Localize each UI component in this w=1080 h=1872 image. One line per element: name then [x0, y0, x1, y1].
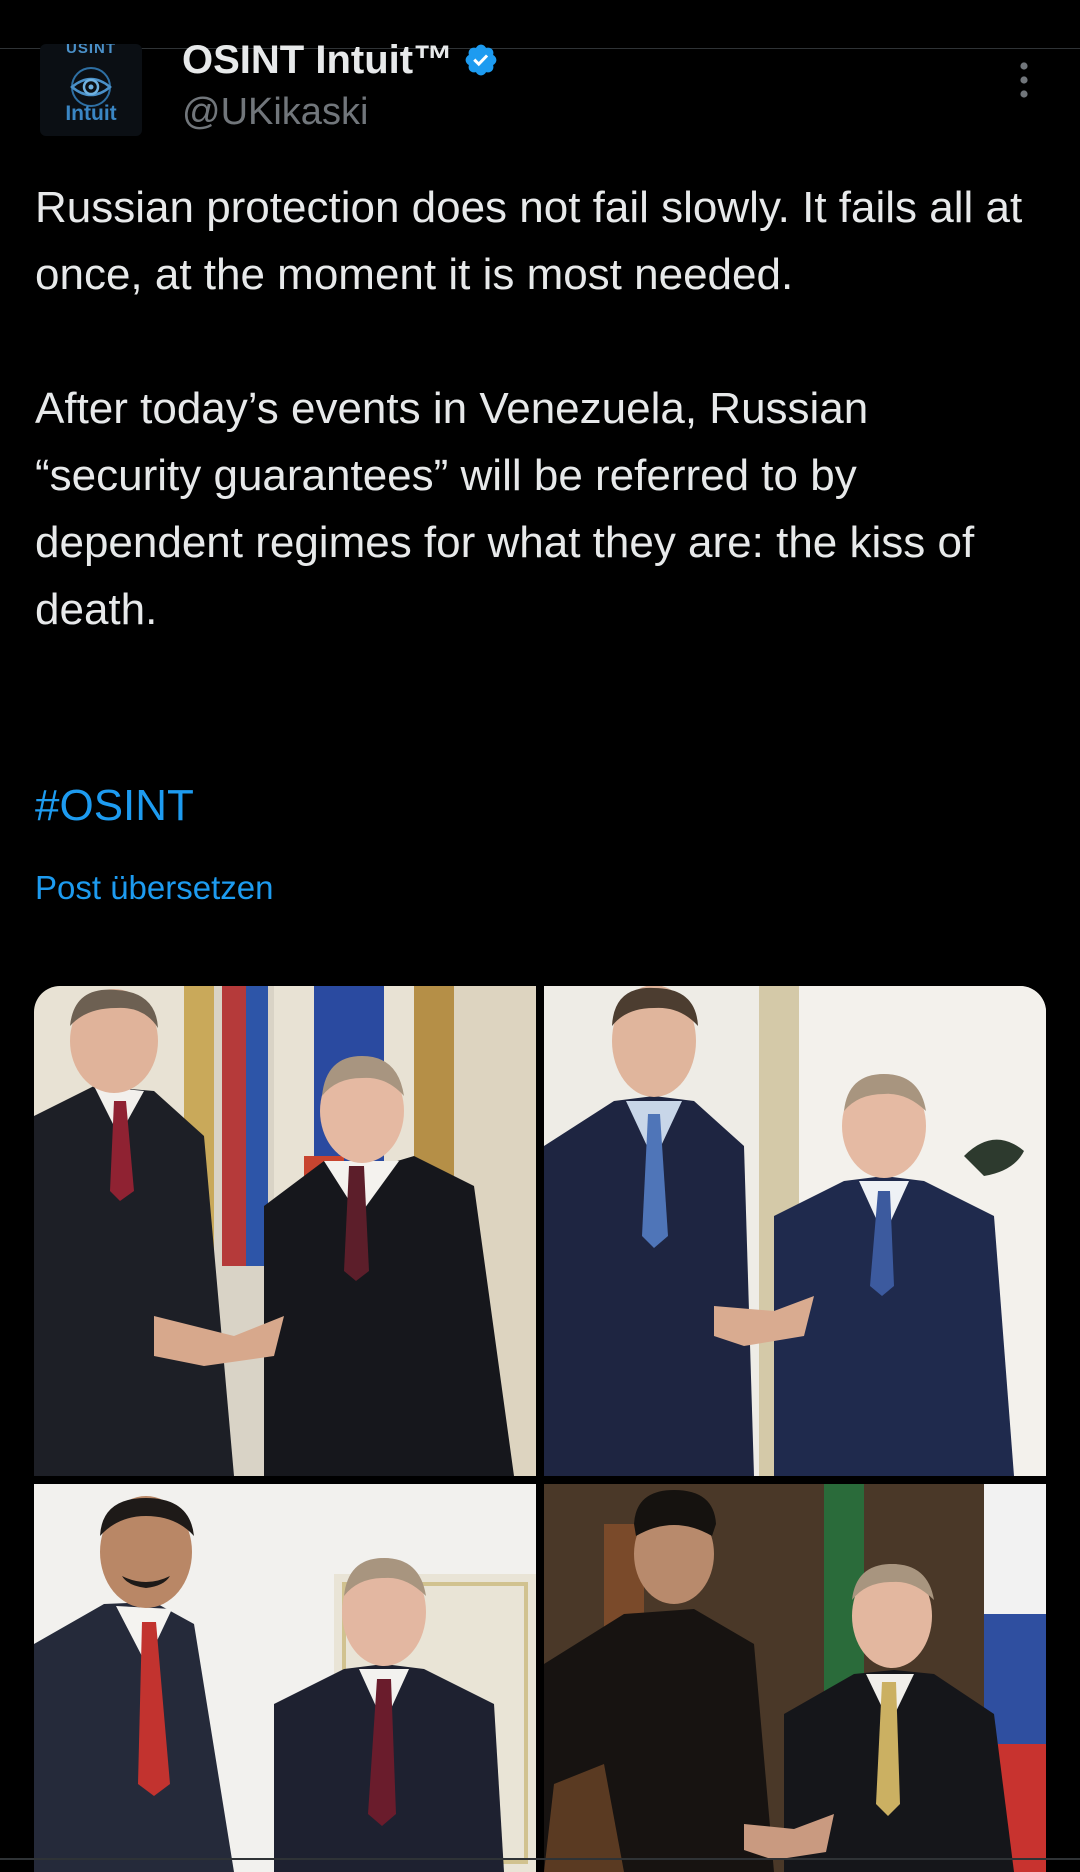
tweet-text: Russian protection does not fail slowly.… — [35, 174, 1045, 643]
verified-badge-icon — [465, 44, 497, 76]
top-divider — [0, 48, 1080, 49]
translate-post-link[interactable]: Post übersetzen — [35, 866, 273, 910]
avatar-logo-bottom-text: Intuit — [65, 102, 117, 125]
bottom-divider — [0, 1858, 1080, 1860]
avatar-logo-top-text: USINT — [66, 44, 116, 57]
display-name[interactable]: OSINT Intuit™ — [182, 34, 453, 86]
tweet-paragraph-1: Russian protection does not fail slowly.… — [35, 183, 1023, 299]
media-photo-2[interactable] — [544, 986, 1046, 1476]
more-options-icon[interactable] — [1008, 56, 1040, 104]
media-photo-3[interactable] — [34, 1484, 536, 1872]
media-photo-4[interactable] — [544, 1484, 1046, 1872]
user-handle[interactable]: @UKikaski — [182, 88, 368, 136]
display-name-row[interactable]: OSINT Intuit™ — [182, 34, 499, 86]
hashtag-link[interactable]: #OSINT — [35, 772, 194, 839]
avatar[interactable]: USINT Intuit — [40, 44, 142, 136]
tweet-paragraph-2: After today’s events in Venezuela, Russi… — [35, 384, 975, 634]
media-photo-1[interactable] — [34, 986, 536, 1476]
media-grid — [34, 986, 1046, 1872]
